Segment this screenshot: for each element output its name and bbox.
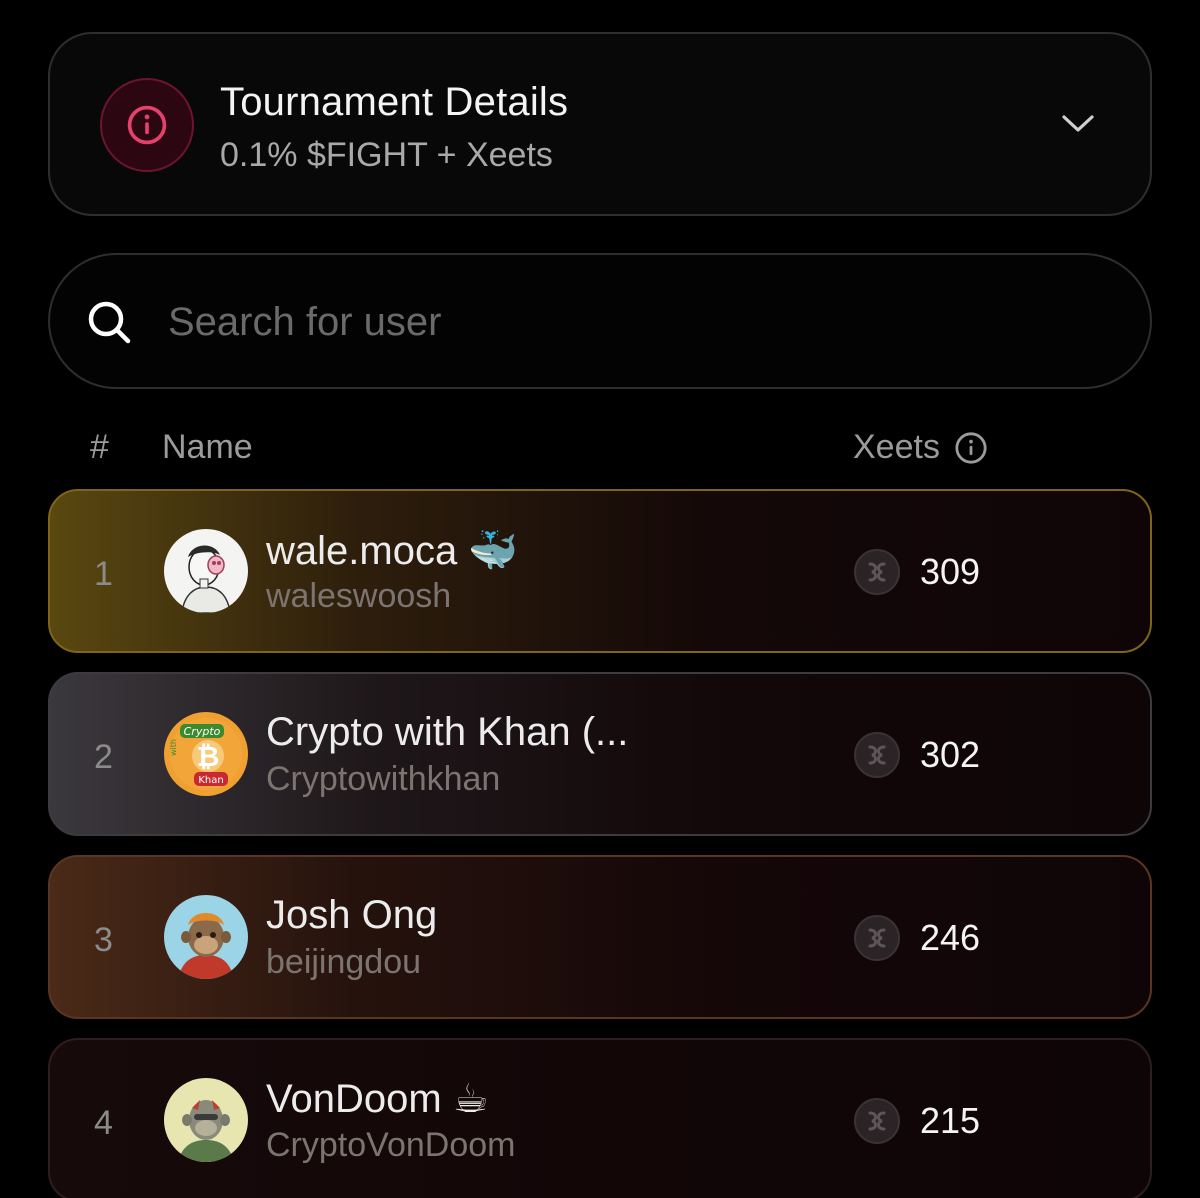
xeets-token-icon: [854, 1098, 900, 1144]
tournament-details-title: Tournament Details: [220, 80, 569, 124]
user-handle: Cryptowithkhan: [266, 760, 501, 798]
user-handle: beijingdou: [266, 943, 422, 981]
svg-text:₿: ₿: [197, 740, 220, 773]
user-display-name: Josh Ong: [266, 893, 438, 937]
info-icon: [100, 78, 194, 172]
user-handle: CryptoVonDoom: [266, 1126, 516, 1164]
xeets-token-icon: [854, 915, 900, 961]
leaderboard-row[interactable]: 1 wale.moca 🐳 waleswoosh 309: [48, 489, 1152, 653]
column-header-name: Name: [162, 428, 253, 466]
rank-number: 2: [94, 738, 113, 776]
rank-number: 3: [94, 921, 113, 959]
xeets-score: 309: [920, 551, 981, 592]
avatar: Crypto with ₿ Khan: [164, 712, 248, 796]
tournament-prize-subtitle: 0.1% $FIGHT + Xeets: [220, 136, 553, 174]
rank-number: 4: [94, 1104, 113, 1142]
xeets-score: 246: [920, 917, 981, 958]
chevron-down-icon[interactable]: [1060, 106, 1096, 142]
search-input[interactable]: [168, 287, 1068, 357]
user-display-name: wale.moca 🐳: [266, 529, 519, 573]
column-header-xeets: Xeets: [853, 428, 988, 467]
xeets-score: 302: [920, 734, 981, 775]
avatar-text-bottom: Khan: [198, 775, 223, 786]
rank-number: 1: [94, 555, 113, 593]
user-display-name: Crypto with Khan (...: [266, 710, 629, 754]
xeets-score: 215: [920, 1100, 981, 1141]
tournament-details-card[interactable]: Tournament Details 0.1% $FIGHT + Xeets: [48, 32, 1152, 216]
avatar: [164, 529, 248, 613]
user-handle: waleswoosh: [266, 577, 452, 615]
avatar: [164, 1078, 248, 1162]
leaderboard-row[interactable]: 4 VonDoom ☕ CryptoVonDoom 215: [48, 1038, 1152, 1198]
search-icon: [88, 301, 131, 344]
column-header-rank: #: [90, 428, 109, 466]
column-header-xeets-label: Xeets: [853, 428, 940, 466]
avatar: [164, 895, 248, 979]
xeets-token-icon: [854, 549, 900, 595]
xeets-token-icon: [854, 732, 900, 778]
leaderboard-row[interactable]: 2 Crypto with ₿ Khan Crypto with Khan (.…: [48, 672, 1152, 836]
info-icon[interactable]: [954, 431, 988, 465]
avatar-text-top: Crypto: [184, 725, 221, 738]
user-display-name: VonDoom ☕: [266, 1077, 489, 1121]
search-bar[interactable]: [48, 253, 1152, 389]
avatar-text-side: with: [169, 739, 178, 756]
leaderboard-row[interactable]: 3 Josh Ong beijingdou 246: [48, 855, 1152, 1019]
